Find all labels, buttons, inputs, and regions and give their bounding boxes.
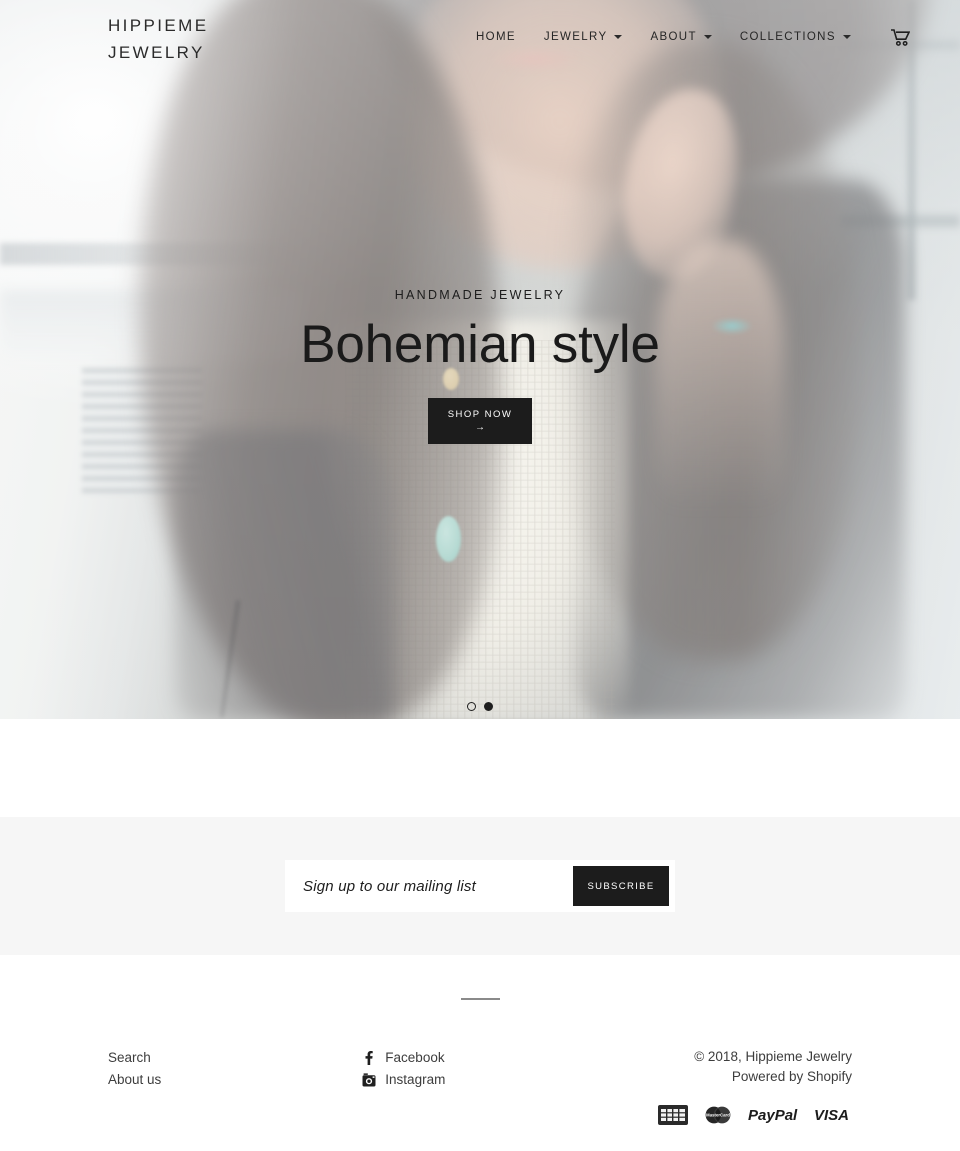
hero-title: Bohemian style <box>300 315 660 374</box>
hero-kicker: HANDMADE JEWELRY <box>394 288 566 302</box>
nav-label: HOME <box>476 31 516 43</box>
nav-item-about[interactable]: ABOUT <box>636 27 725 47</box>
newsletter-section: SUBSCRIBE <box>0 817 960 955</box>
arrow-right-icon: → <box>475 422 485 433</box>
social-label: Facebook <box>385 1050 445 1065</box>
content-spacer <box>0 719 960 817</box>
newsletter-email-input[interactable] <box>285 860 573 912</box>
instagram-icon <box>362 1073 376 1087</box>
hero-content: HANDMADE JEWELRY Bohemian style SHOP NOW… <box>0 0 960 719</box>
visa-icon: VISA <box>814 1105 852 1125</box>
site-header: HIPPIEME JEWELRY HOME JEWELRY ABOUT COLL… <box>0 0 960 78</box>
nav-item-collections[interactable]: COLLECTIONS <box>726 27 865 47</box>
nav-label: ABOUT <box>650 31 697 43</box>
site-logo[interactable]: HIPPIEME JEWELRY <box>108 12 208 66</box>
shop-now-label: SHOP NOW <box>447 409 513 420</box>
mastercard-icon: MasterCard <box>702 1105 734 1125</box>
social-link-facebook[interactable]: Facebook <box>362 1047 658 1069</box>
footer-columns: Search About us Facebook Instagram © 201… <box>0 1047 960 1125</box>
svg-text:MasterCard: MasterCard <box>706 1113 730 1118</box>
american-express-icon <box>658 1105 688 1125</box>
powered-by-text: Powered by Shopify <box>658 1067 852 1087</box>
chevron-down-icon <box>842 35 851 39</box>
chevron-down-icon <box>614 35 623 39</box>
footer-social-column: Facebook Instagram <box>362 1047 658 1125</box>
chevron-down-icon <box>703 35 712 39</box>
social-label: Instagram <box>385 1072 446 1087</box>
main-navigation: HOME JEWELRY ABOUT COLLECTIONS <box>462 27 920 47</box>
nav-label: JEWELRY <box>543 31 608 43</box>
nav-label: COLLECTIONS <box>739 31 836 43</box>
svg-text:VISA: VISA <box>814 1107 849 1124</box>
page-root: HANDMADE JEWELRY Bohemian style SHOP NOW… <box>0 0 960 1151</box>
footer-link-search[interactable]: Search <box>108 1047 362 1069</box>
site-footer: Search About us Facebook Instagram © 201… <box>0 955 960 1151</box>
footer-links-column: Search About us <box>108 1047 362 1125</box>
payment-methods: MasterCard PayPal VISA <box>658 1105 852 1125</box>
facebook-icon <box>362 1051 376 1065</box>
footer-divider <box>461 998 500 1000</box>
cart-button[interactable] <box>881 28 920 46</box>
paypal-icon: PayPal <box>748 1105 800 1125</box>
shopify-link[interactable]: Powered by Shopify <box>732 1069 852 1084</box>
hero-slideshow: HANDMADE JEWELRY Bohemian style SHOP NOW… <box>0 0 960 719</box>
newsletter-form: SUBSCRIBE <box>285 860 675 912</box>
footer-legal-column: © 2018, Hippieme Jewelry Powered by Shop… <box>658 1047 852 1125</box>
svg-text:PayPal: PayPal <box>748 1107 798 1124</box>
social-link-instagram[interactable]: Instagram <box>362 1069 658 1091</box>
copyright-text: © 2018, Hippieme Jewelry <box>694 1049 852 1064</box>
subscribe-button[interactable]: SUBSCRIBE <box>573 866 669 906</box>
footer-link-about-us[interactable]: About us <box>108 1069 362 1091</box>
nav-item-home[interactable]: HOME <box>462 27 530 47</box>
shop-now-button[interactable]: SHOP NOW → <box>428 398 532 444</box>
shopping-cart-icon <box>890 28 910 46</box>
nav-item-jewelry[interactable]: JEWELRY <box>530 27 637 47</box>
